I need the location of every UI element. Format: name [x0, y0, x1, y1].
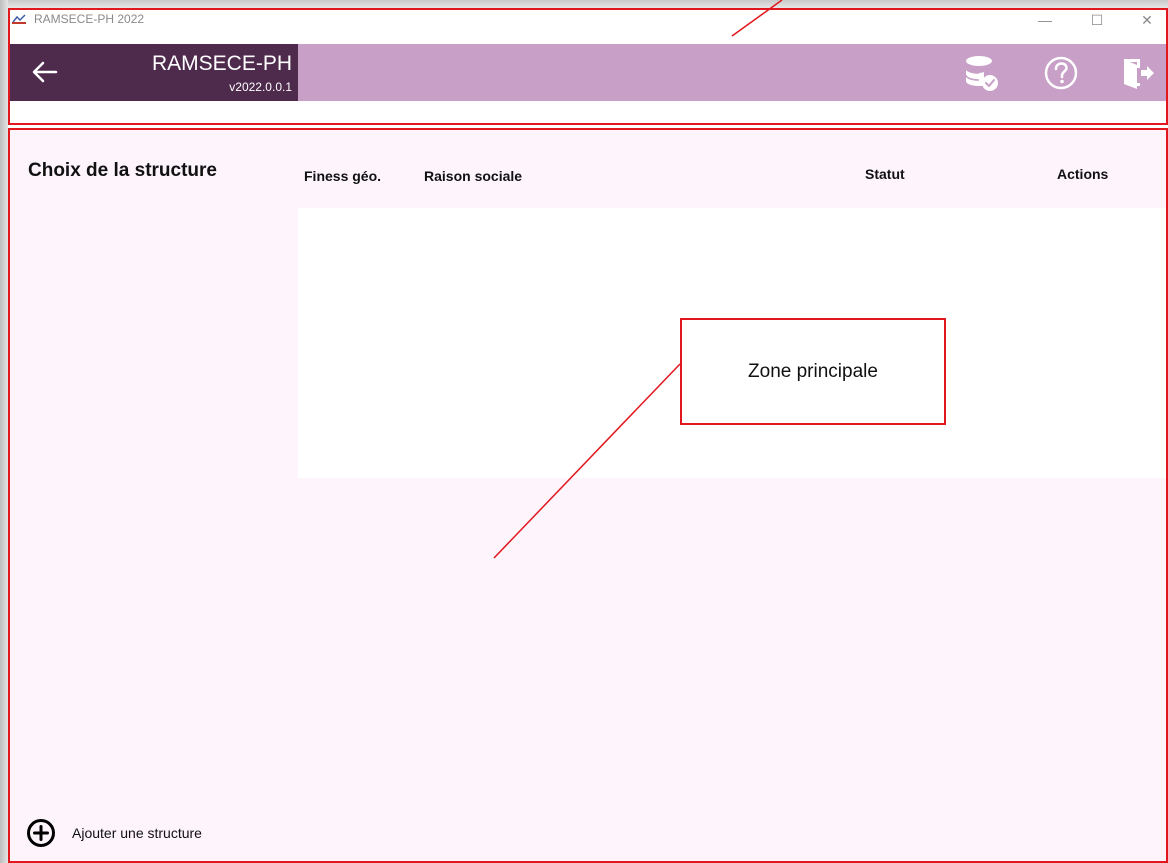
annotation-lines — [493, 0, 783, 559]
header-callout-line — [731, 0, 783, 37]
annotation-callout: Zone principale — [680, 318, 946, 425]
main-callout-line — [493, 363, 681, 559]
